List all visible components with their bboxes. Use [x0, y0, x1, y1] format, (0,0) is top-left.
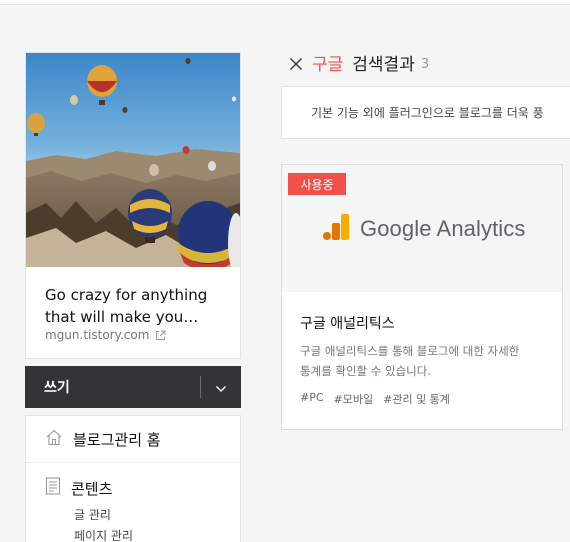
plugin-card-google-analytics[interactable]: 사용중 Google Analytics 구글 애널리틱스 구글 애널리틱스를 …: [281, 164, 563, 430]
search-result-title: 검색결과: [352, 55, 415, 75]
menu-item-content-label: 콘텐츠: [71, 479, 113, 498]
plugin-description-text: 기본 기능 외에 플러그인으로 블로그를 더욱 풍: [311, 106, 544, 120]
blog-url-link[interactable]: mgun.tistory.com: [45, 328, 166, 342]
plugin-tags: #PC #모바일 #관리 및 통계: [300, 391, 450, 407]
search-result-count: 3: [420, 56, 430, 72]
blog-cover-image[interactable]: [26, 53, 240, 267]
plugin-description-box: 기본 기능 외에 플러그인으로 블로그를 더욱 풍: [281, 86, 570, 139]
tag-mobile: #모바일: [333, 393, 374, 406]
admin-menu: 블로그관리 홈 콘텐츠 글 관리 페이지 관리: [25, 415, 241, 542]
menu-item-blog-home-label: 블로그관리 홈: [73, 430, 161, 449]
menu-item-content[interactable]: 콘텐츠: [45, 477, 240, 499]
chevron-down-icon: [215, 378, 227, 397]
search-result-header: 구글 검색결과 3: [289, 50, 429, 75]
menu-sub-item-posts[interactable]: 글 관리: [74, 505, 240, 526]
tag-management-stats: #관리 및 통계: [383, 393, 450, 406]
plugin-name[interactable]: 구글 애널리틱스: [300, 313, 395, 333]
blog-title[interactable]: Go crazy for anything that will make you…: [45, 284, 225, 328]
analytics-icon: [322, 213, 350, 245]
menu-sub-item-pages[interactable]: 페이지 관리: [74, 526, 240, 542]
menu-item-blog-home[interactable]: 블로그관리 홈: [26, 416, 240, 463]
close-icon[interactable]: [289, 56, 303, 70]
blog-card[interactable]: Go crazy for anything that will make you…: [25, 52, 241, 359]
plugin-description: 구글 애널리틱스를 통해 블로그에 대한 자세한 통계를 확인할 수 있습니다.: [300, 341, 550, 381]
google-analytics-logo: Google Analytics: [322, 213, 525, 245]
search-query: 구글: [312, 55, 344, 75]
blog-title-line1[interactable]: Go crazy for anything: [45, 284, 225, 306]
plugin-logo-area: 사용중 Google Analytics: [282, 165, 562, 292]
status-badge: 사용중: [288, 173, 346, 195]
plugin-description-line2: 통계를 확인할 수 있습니다.: [300, 364, 432, 378]
document-icon: [45, 477, 61, 499]
home-icon: [45, 429, 63, 450]
google-analytics-logo-text: Google Analytics: [360, 216, 526, 241]
write-button[interactable]: 쓰기: [25, 377, 200, 397]
write-dropdown-button[interactable]: [201, 366, 241, 408]
tag-pc: #PC: [300, 391, 324, 404]
menu-sub-list: 글 관리 페이지 관리: [45, 505, 240, 542]
plugin-description-line1: 구글 애널리틱스를 통해 블로그에 대한 자세한: [300, 344, 520, 358]
write-bar: 쓰기: [25, 366, 241, 408]
top-bar: [0, 0, 570, 5]
blog-url-text[interactable]: mgun.tistory.com: [45, 328, 149, 342]
blog-title-line2[interactable]: that will make you…: [45, 306, 225, 328]
external-link-icon[interactable]: [155, 330, 166, 341]
menu-section-content: 콘텐츠 글 관리 페이지 관리: [26, 463, 240, 542]
